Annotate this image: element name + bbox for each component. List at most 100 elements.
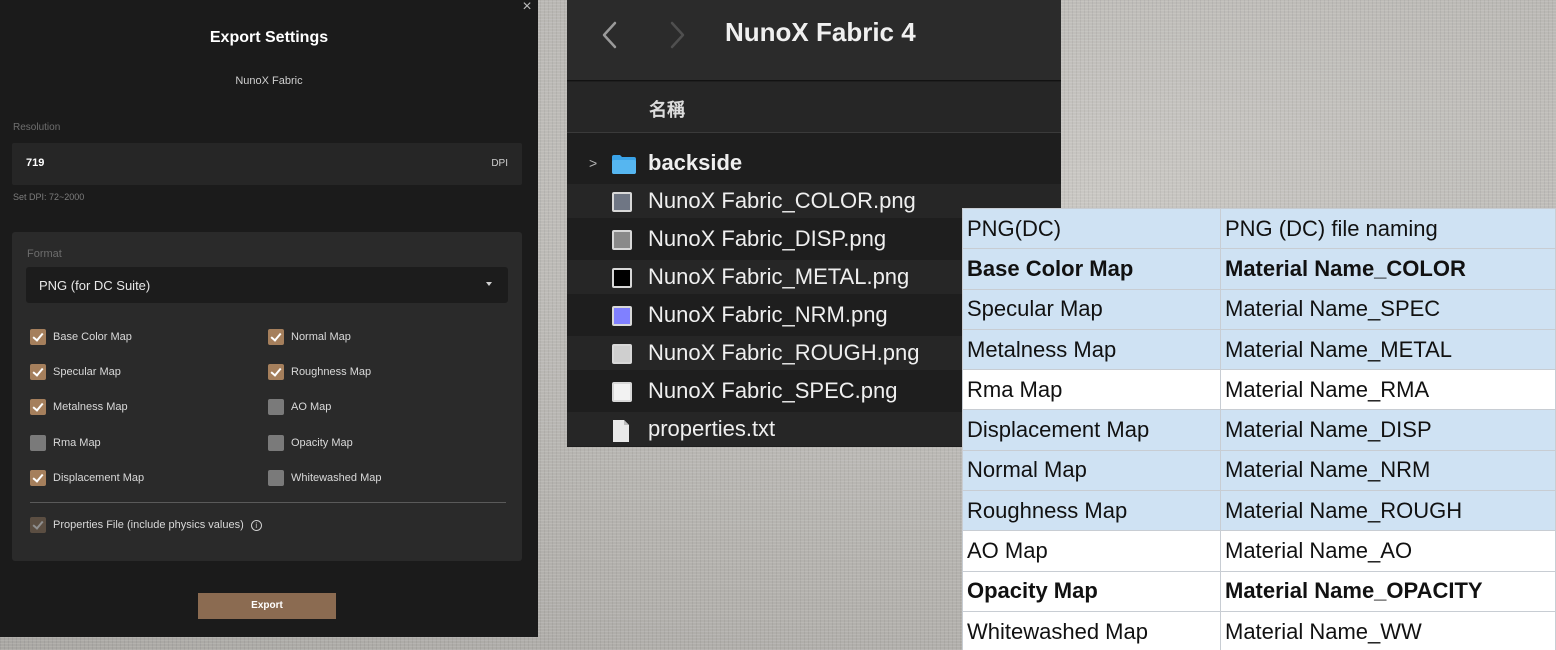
map-type-cell: AO Map xyxy=(962,530,1221,572)
file-name-cell: Material Name_METAL xyxy=(1220,328,1556,371)
checkbox-opacity-map[interactable]: Opacity Map xyxy=(268,434,353,452)
file-name-cell: Material Name_DISP xyxy=(1220,409,1556,451)
checkbox-label: Specular Map xyxy=(53,366,121,378)
file-naming-table: PNG(DC) PNG (DC) file naming Base Color … xyxy=(962,207,1556,650)
map-type-cell: Roughness Map xyxy=(962,490,1221,532)
map-type-cell: Displacement Map xyxy=(962,409,1221,451)
close-icon[interactable]: × xyxy=(520,0,534,15)
export-button[interactable]: Export xyxy=(198,593,336,619)
checkbox-icon xyxy=(30,399,46,415)
checkbox-icon xyxy=(268,399,284,415)
map-type-cell: Whitewashed Map xyxy=(962,610,1221,650)
back-chevron-icon[interactable] xyxy=(600,20,620,50)
checkbox-icon xyxy=(30,470,46,486)
image-file-icon xyxy=(612,382,632,402)
file-name-cell: Material Name_AO xyxy=(1220,530,1556,572)
checkbox-icon xyxy=(268,364,284,380)
checkbox-icon xyxy=(268,435,284,451)
checkbox-icon xyxy=(30,364,46,380)
file-name: NunoX Fabric_SPEC.png xyxy=(648,378,898,403)
file-name-cell: Material Name_WW xyxy=(1220,610,1556,650)
file-name: NunoX Fabric_ROUGH.png xyxy=(648,340,920,365)
map-type-cell: Opacity Map xyxy=(962,570,1221,612)
image-file-icon xyxy=(612,192,632,212)
checkbox-properties-file[interactable]: Properties File (include physics values)… xyxy=(30,516,262,534)
file-name-cell: PNG (DC) file naming xyxy=(1220,207,1556,250)
table-row: Normal Map Material Name_NRM xyxy=(962,449,1556,492)
file-row-backside[interactable]: > backside xyxy=(567,146,1061,180)
file-name: properties.txt xyxy=(648,416,776,441)
format-select-value: PNG (for DC Suite) xyxy=(39,278,151,293)
table-row: AO Map Material Name_AO xyxy=(962,530,1556,572)
table-row: Displacement Map Material Name_DISP xyxy=(962,409,1556,451)
resolution-input[interactable]: 719 DPI xyxy=(12,143,522,185)
format-select[interactable]: PNG (for DC Suite) xyxy=(26,267,508,303)
checkbox-label: Roughness Map xyxy=(291,366,372,378)
file-name: backside xyxy=(648,150,743,175)
file-name-cell: Material Name_OPACITY xyxy=(1220,570,1556,612)
file-name-cell: Material Name_NRM xyxy=(1220,449,1556,492)
window-title: NunoX Fabric 4 xyxy=(725,17,916,47)
checkbox-label: Metalness Map xyxy=(53,401,128,413)
checkbox-icon xyxy=(30,329,46,345)
table-row: Opacity Map Material Name_OPACITY xyxy=(962,570,1556,612)
resolution-value: 719 xyxy=(26,157,45,169)
checkbox-icon xyxy=(268,470,284,486)
file-name-cell: Material Name_SPEC xyxy=(1220,288,1556,330)
forward-chevron-icon[interactable] xyxy=(667,20,687,50)
resolution-unit: DPI xyxy=(491,158,508,169)
divider xyxy=(30,502,506,503)
checkbox-icon xyxy=(30,435,46,451)
checkbox-icon xyxy=(30,517,46,533)
table-row: Whitewashed Map Material Name_WW xyxy=(962,610,1556,650)
file-name: NunoX Fabric_METAL.png xyxy=(648,264,910,289)
table-row: Roughness Map Material Name_ROUGH xyxy=(962,490,1556,532)
file-name: NunoX Fabric_DISP.png xyxy=(648,226,887,251)
resolution-label: Resolution xyxy=(13,122,61,133)
column-header-label: 名稱 xyxy=(649,100,685,120)
checkbox-rma-map[interactable]: Rma Map xyxy=(30,434,101,452)
export-settings-dialog: × Export Settings NunoX Fabric Resolutio… xyxy=(0,0,538,637)
finder-toolbar: NunoX Fabric 4 xyxy=(567,0,1061,81)
file-name: NunoX Fabric_NRM.png xyxy=(648,302,888,327)
chevron-down-icon xyxy=(486,282,492,286)
checkbox-displacement-map[interactable]: Displacement Map xyxy=(30,469,144,487)
document-icon xyxy=(613,420,629,442)
map-type-cell: Base Color Map xyxy=(962,248,1221,290)
resolution-hint: Set DPI: 72~2000 xyxy=(13,192,85,202)
checkbox-label: Rma Map xyxy=(53,437,101,449)
format-panel: Format PNG (for DC Suite) Base Color Map… xyxy=(12,232,522,561)
image-file-icon xyxy=(612,306,632,326)
dialog-title: Export Settings xyxy=(209,29,329,46)
table-row: PNG(DC) PNG (DC) file naming xyxy=(962,207,1556,250)
checkbox-base-color-map[interactable]: Base Color Map xyxy=(30,328,132,346)
table-row: Base Color Map Material Name_COLOR xyxy=(962,248,1556,290)
table-row: Specular Map Material Name_SPEC xyxy=(962,288,1556,330)
map-type-cell: Metalness Map xyxy=(962,328,1221,371)
folder-icon xyxy=(612,155,636,174)
checkbox-label: Properties File (include physics values) xyxy=(53,519,244,531)
checkbox-specular-map[interactable]: Specular Map xyxy=(30,363,121,381)
file-name-cell: Material Name_COLOR xyxy=(1220,248,1556,290)
checkbox-icon xyxy=(268,329,284,345)
checkbox-ao-map[interactable]: AO Map xyxy=(268,398,331,416)
checkbox-normal-map[interactable]: Normal Map xyxy=(268,328,351,346)
checkbox-metalness-map[interactable]: Metalness Map xyxy=(30,398,128,416)
checkbox-label: Base Color Map xyxy=(53,331,132,343)
image-file-icon xyxy=(612,344,632,364)
map-type-cell: PNG(DC) xyxy=(962,207,1221,250)
checkbox-label: Normal Map xyxy=(291,331,351,343)
checkbox-roughness-map[interactable]: Roughness Map xyxy=(268,363,371,381)
file-name-cell: Material Name_ROUGH xyxy=(1220,490,1556,532)
file-name-cell: Material Name_RMA xyxy=(1220,369,1556,411)
map-type-cell: Rma Map xyxy=(962,369,1221,411)
image-file-icon xyxy=(612,268,632,288)
info-icon[interactable]: i xyxy=(250,519,262,531)
checkbox-whitewashed-map[interactable]: Whitewashed Map xyxy=(268,469,382,487)
table-row: Rma Map Material Name_RMA xyxy=(962,369,1556,411)
disclosure-triangle-icon[interactable]: > xyxy=(589,155,597,171)
dialog-subtitle: NunoX Fabric xyxy=(235,75,303,87)
map-type-cell: Specular Map xyxy=(962,288,1221,330)
checkbox-label: AO Map xyxy=(291,401,332,413)
column-header-name[interactable]: 名稱 xyxy=(567,82,1061,133)
